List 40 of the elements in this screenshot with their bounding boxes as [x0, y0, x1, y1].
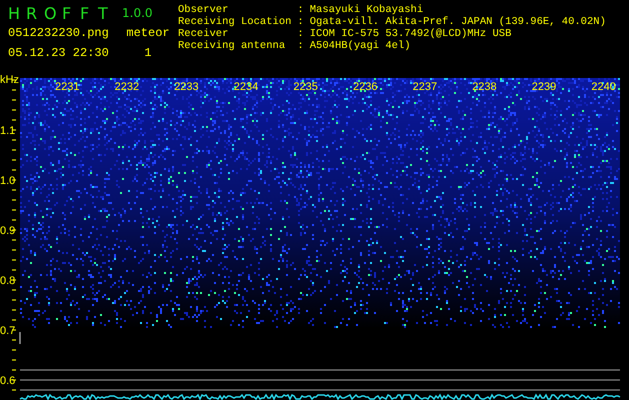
file-name: 0512232230.png	[8, 26, 109, 40]
frequency-label: 1.1	[0, 125, 16, 137]
app-title-letter: H	[8, 4, 20, 22]
meteor-label: meteor	[126, 26, 170, 40]
app-title-letter: T	[98, 4, 109, 22]
axis-unit: kHz	[0, 74, 19, 86]
station-label: Receiver	[178, 28, 230, 40]
app-title-letter: O	[44, 4, 56, 22]
station-value: A504HB(yagi 4el)	[310, 40, 412, 52]
station-label: Receiving Location	[178, 16, 292, 28]
station-separator: :	[297, 16, 304, 28]
frequency-label: 1.0	[0, 175, 16, 187]
app-version: 1.0.0	[122, 6, 153, 20]
time-label: 2236	[353, 81, 378, 93]
station-separator: :	[297, 4, 304, 16]
marker-line	[19, 332, 21, 344]
station-separator: :	[297, 40, 304, 52]
time-label: 2235	[293, 81, 318, 93]
frequency-label: 0.7	[0, 325, 16, 337]
frequency-label: 0.9	[0, 225, 16, 237]
frequency-label: 0.8	[0, 275, 16, 287]
frequency-label: 0.6	[0, 375, 16, 387]
app-title-letter: F	[80, 4, 90, 22]
app-title-letter: R	[26, 4, 38, 22]
meteor-count: 1	[144, 46, 152, 60]
station-value: ICOM IC-575 53.7492(@LCD)MHz USB	[310, 28, 512, 40]
station-label: Receiving antenna	[178, 40, 286, 52]
time-label: 2239	[532, 81, 556, 93]
time-label: 2231	[55, 81, 80, 93]
station-separator: :	[297, 28, 304, 40]
time-label: 2238	[472, 81, 497, 93]
time-label: 2232	[114, 81, 140, 93]
time-label: 2234	[234, 81, 258, 93]
station-value: Masayuki Kobayashi	[310, 4, 424, 16]
time-label: 2233	[174, 81, 199, 93]
station-value: Ogata-vill. Akita-Pref. JAPAN (139.96E, 40.02N)	[310, 16, 606, 28]
station-label: Observer	[178, 4, 230, 16]
time-label: 2237	[412, 81, 438, 93]
timestamp: 05.12.23 22:30	[8, 46, 109, 60]
app-title-letter: F	[62, 4, 72, 22]
